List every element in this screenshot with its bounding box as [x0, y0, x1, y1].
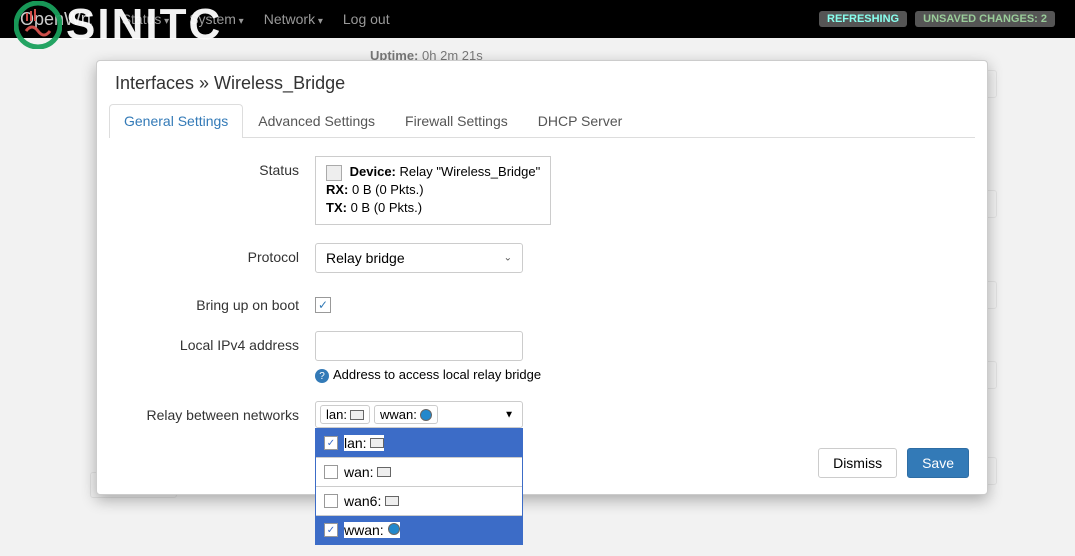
unsaved-badge[interactable]: UNSAVED CHANGES: 2 [915, 11, 1055, 27]
option-lan-checkbox[interactable] [324, 436, 338, 450]
eth-icon [350, 410, 364, 420]
help-icon: ? [315, 369, 329, 383]
tab-dhcp-server[interactable]: DHCP Server [523, 104, 638, 137]
local-ipv4-label: Local IPv4 address [115, 331, 315, 384]
bringup-label: Bring up on boot [115, 291, 315, 313]
local-ipv4-help: ?Address to access local relay bridge [315, 367, 969, 384]
tabs: General Settings Advanced Settings Firew… [109, 104, 975, 138]
status-box: Device: Relay "Wireless_Bridge" RX: 0 B … [315, 156, 551, 225]
option-wan6-checkbox[interactable] [324, 494, 338, 508]
relay-dropdown: lan: wan: wan6: wwan: [315, 428, 523, 545]
selected-lan: lan: [320, 405, 370, 424]
tab-firewall-settings[interactable]: Firewall Settings [390, 104, 523, 137]
dismiss-button[interactable]: Dismiss [818, 448, 897, 478]
interface-modal: Interfaces » Wireless_Bridge General Set… [96, 60, 988, 495]
chevron-down-icon: ⌄ [504, 252, 512, 263]
eth-icon [385, 496, 399, 506]
status-label: Status [115, 156, 315, 225]
option-wan-checkbox[interactable] [324, 465, 338, 479]
protocol-label: Protocol [115, 243, 315, 273]
modal-title: Interfaces » Wireless_Bridge [97, 61, 987, 104]
protocol-select[interactable]: Relay bridge ⌄ [315, 243, 523, 273]
watermark: SINITC [14, 0, 222, 50]
relay-between-label: Relay between networks [115, 401, 315, 428]
eth-icon [377, 467, 391, 477]
option-wan6[interactable]: wan6: [316, 486, 522, 515]
chevron-down-icon: ▼ [504, 409, 514, 420]
relay-icon [326, 165, 342, 181]
option-lan[interactable]: lan: [316, 429, 522, 457]
eth-icon [370, 438, 384, 448]
wifi-icon [420, 409, 432, 421]
local-ipv4-input[interactable] [315, 331, 523, 361]
tab-general-settings[interactable]: General Settings [109, 104, 243, 138]
relay-between-select[interactable]: lan: wwan: ▼ [315, 401, 523, 428]
watermark-text: SINITC [66, 0, 222, 50]
option-wwan[interactable]: wwan: [316, 515, 522, 544]
bringup-checkbox[interactable] [315, 297, 331, 313]
wifi-icon [388, 523, 400, 535]
refreshing-badge: REFRESHING [819, 11, 907, 27]
option-wan[interactable]: wan: [316, 457, 522, 486]
save-button[interactable]: Save [907, 448, 969, 478]
nav-logout[interactable]: Log out [343, 11, 390, 27]
option-wwan-checkbox[interactable] [324, 523, 338, 537]
watermark-logo-icon [14, 1, 62, 49]
tab-advanced-settings[interactable]: Advanced Settings [243, 104, 390, 137]
selected-wwan: wwan: [374, 405, 438, 424]
nav-network[interactable]: Network [264, 11, 323, 27]
